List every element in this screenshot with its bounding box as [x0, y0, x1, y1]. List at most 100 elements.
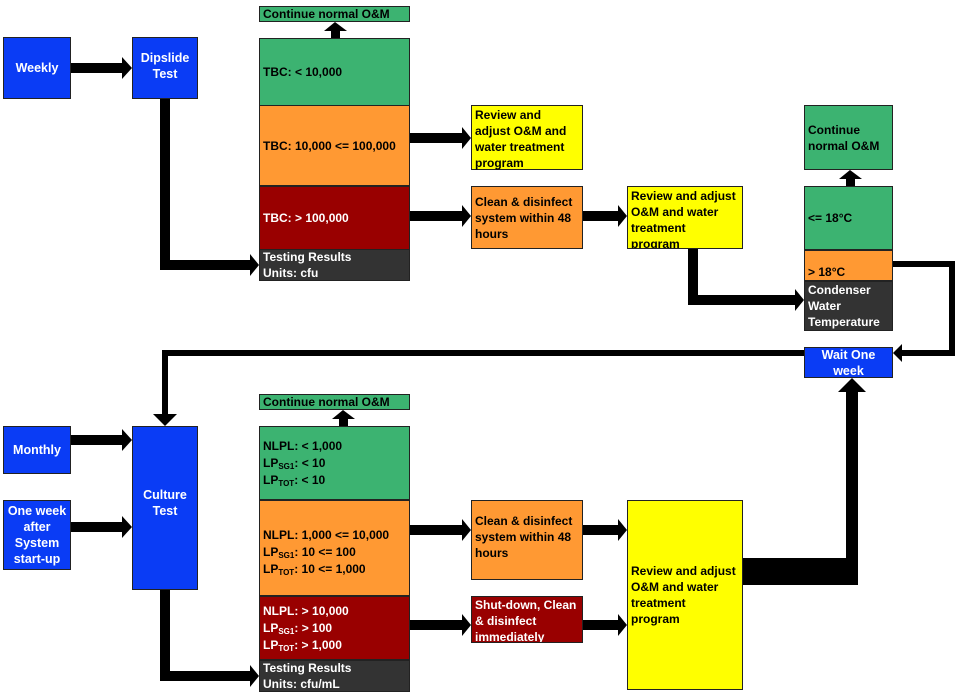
label: NLPL	[263, 438, 295, 453]
label: System	[14, 536, 60, 550]
label: immediately	[475, 630, 545, 643]
label: NLPL	[263, 527, 295, 542]
label: Review and	[475, 108, 542, 122]
label: Testing Results	[263, 250, 352, 264]
label: TBC: 10,000 <= 100,000	[263, 138, 396, 153]
arrow-clean-review	[583, 519, 627, 541]
label: Water	[808, 299, 841, 313]
label: normal O&M	[808, 138, 880, 153]
label: after	[23, 520, 51, 534]
review-adjust-box-2: Review and adjust O&M and water treatment p…	[627, 186, 743, 249]
value: : < 10	[294, 472, 326, 487]
shutdown-clean-box: Shut-down, Clean & disinfect immediately	[471, 596, 583, 643]
value: : > 10,000	[294, 603, 349, 618]
review-adjust-box: Review and adjust O&M and water treatment p…	[471, 105, 583, 170]
label: Review and adjust	[631, 564, 736, 578]
label: system within 48	[475, 210, 572, 225]
label: Review and adjust	[631, 189, 736, 203]
subscript: TOT	[278, 478, 295, 488]
label: Dipslide	[140, 51, 190, 65]
label: hours	[475, 226, 509, 241]
threshold-line: NLPL: > 10,000	[263, 603, 406, 620]
continue-normal-om-temp: Continue normal O&M	[804, 105, 893, 170]
weekly-box: Weekly	[3, 37, 71, 99]
wait-one-week-box: Wait One week	[804, 347, 893, 378]
tbc-high-box: TBC: > 100,000	[259, 186, 410, 250]
arrow-tbc-continue	[324, 22, 347, 38]
testing-results-cfu-ml: Testing Results Units: cfu/mL	[259, 660, 410, 692]
value: : 1,000 <= 10,000	[294, 527, 390, 542]
value: : < 1,000	[294, 438, 343, 453]
label: & disinfect	[475, 614, 537, 628]
clean-disinfect-48h-bottom: Clean & disinfect system within 48 hours	[471, 500, 583, 580]
arrow-clean-review2	[583, 205, 627, 227]
arrow-mid-clean	[410, 519, 471, 541]
label: Test	[152, 67, 178, 81]
label: system within 48	[475, 530, 572, 544]
threshold-line: LPTOT: 10 <= 1,000	[263, 561, 406, 578]
label: > 18°C	[808, 265, 846, 279]
nlpl-high-box: NLPL: > 10,000 LPSG1: > 100 LPTOT: > 1,000	[259, 596, 410, 660]
label: LP	[263, 472, 279, 487]
nlpl-mid-box: NLPL: 1,000 <= 10,000 LPSG1: 10 <= 100 LPT…	[259, 500, 410, 596]
label: LP	[263, 637, 279, 652]
label: program	[631, 612, 680, 626]
arrow-temp-high-wait	[893, 261, 955, 362]
subscript: TOT	[278, 643, 295, 653]
label: Shut-down, Clean	[475, 598, 577, 612]
threshold-line: NLPL: 1,000 <= 10,000	[263, 527, 406, 544]
flowchart: Weekly Dipslide Test Continue normal O&M …	[0, 0, 960, 698]
dipslide-test-box: Dipslide Test	[132, 37, 198, 99]
arrow-wait-culture	[153, 350, 804, 426]
nlpl-low-box: NLPL: < 1,000 LPSG1: < 10 LPTOT: < 10	[259, 426, 410, 500]
label: Units: cfu	[263, 266, 319, 280]
value: : 10 <= 1,000	[294, 561, 366, 576]
threshold-line: NLPL: < 1,000	[263, 438, 406, 455]
temp-low-box: <= 18°C	[804, 186, 893, 250]
label: Continue normal O&M	[263, 394, 390, 409]
value: : < 10	[294, 455, 326, 470]
arrow-review2-temperature	[688, 249, 804, 311]
arrow-oneweek-culture	[71, 516, 132, 538]
continue-normal-om-bottom: Continue normal O&M	[259, 394, 410, 410]
arrow-tbc-mid-review	[410, 127, 471, 149]
label: LP	[263, 455, 279, 470]
label: Continue normal O&M	[263, 6, 390, 21]
arrow-high-shutdown	[410, 614, 471, 636]
label: program	[631, 237, 680, 249]
label: <= 18°C	[808, 211, 853, 225]
condenser-water-temperature: Condenser Water Temperature	[804, 281, 893, 331]
threshold-line: LPTOT: < 10	[263, 472, 406, 489]
label: TBC: > 100,000	[263, 211, 349, 225]
monthly-box: Monthly	[3, 426, 71, 474]
label: Clean & disinfect	[475, 194, 573, 209]
label: TBC: < 10,000	[263, 65, 343, 79]
arrow-shutdown-review	[583, 614, 627, 636]
subscript: SG1	[278, 461, 295, 471]
label: Monthly	[13, 443, 61, 457]
label: Continue	[808, 122, 860, 137]
label: program	[475, 156, 524, 170]
label: treatment	[631, 221, 686, 235]
label: O&M and water	[631, 205, 719, 219]
value: : 10 <= 100	[294, 544, 356, 559]
arrow-dipslide-results	[160, 99, 259, 276]
arrow-nlpl-continue	[332, 410, 355, 426]
label: LP	[263, 620, 279, 635]
arrow-tbc-high-clean	[410, 205, 471, 227]
subscript: SG1	[278, 626, 295, 636]
label: Units: cfu/mL	[263, 677, 340, 691]
continue-normal-om-top: Continue normal O&M	[259, 6, 410, 22]
label: water treatment	[475, 140, 565, 154]
label: O&M and water	[631, 580, 719, 594]
arrow-monthly-culture	[71, 429, 132, 451]
arrow-review-wait	[743, 378, 866, 585]
label: Condenser	[808, 283, 871, 297]
value: : > 1,000	[294, 637, 342, 652]
label: start-up	[13, 552, 61, 566]
threshold-line: LPSG1: > 100	[263, 620, 406, 637]
temp-high-box: > 18°C	[804, 250, 893, 281]
label: Culture	[143, 488, 187, 502]
clean-disinfect-48h-top: Clean & disinfect system within 48 hours	[471, 186, 583, 249]
value: : > 100	[294, 620, 333, 635]
